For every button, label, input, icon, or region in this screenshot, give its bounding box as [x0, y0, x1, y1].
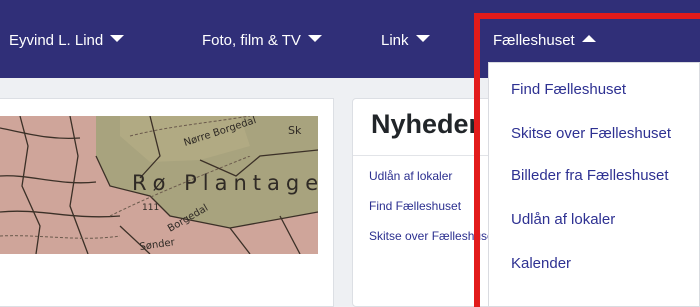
dropdown-item-find-faelleshuset[interactable]: Find Fælleshuset [511, 81, 626, 98]
news-link-skitse[interactable]: Skitse over Fælleshuset [369, 229, 497, 243]
map-label-sk: Sk [288, 124, 302, 137]
caret-down-icon [307, 35, 322, 42]
svg-text:111: 111 [142, 203, 159, 213]
nav-item-label: Link [381, 32, 409, 49]
nav-item-eyvind[interactable]: Eyvind L. Lind [9, 30, 125, 52]
svg-text:Rø Plantage: Rø Plantage [132, 171, 318, 195]
dropdown-item-kalender[interactable]: Kalender [511, 255, 571, 272]
nav-item-foto-film-tv[interactable]: Foto, film & TV [202, 30, 322, 52]
nav-item-label: Foto, film & TV [202, 32, 301, 49]
caret-down-icon [415, 35, 430, 42]
faelleshuset-dropdown-menu: Find Fælleshuset Skitse over Fælleshuset… [488, 62, 700, 307]
nav-item-faelleshuset[interactable]: Fælleshuset [493, 30, 596, 52]
svg-text:Sk: Sk [288, 124, 302, 137]
nav-item-link[interactable]: Link [381, 30, 430, 52]
nav-item-label: Fælleshuset [493, 32, 575, 49]
map-image[interactable]: Nørre Borgedal Sk Rø Plantage 111 Borged… [0, 116, 318, 254]
news-title: Nyheder [371, 109, 480, 139]
news-link-udlaan[interactable]: Udlån af lokaler [369, 169, 452, 183]
map-label-ro-plantage: Rø Plantage [132, 171, 318, 195]
map-card: Nørre Borgedal Sk Rø Plantage 111 Borged… [0, 98, 334, 307]
caret-down-icon [110, 35, 125, 42]
dropdown-item-billeder[interactable]: Billeder fra Fælleshuset [511, 167, 669, 184]
dropdown-item-skitse[interactable]: Skitse over Fælleshuset [511, 125, 671, 142]
nav-item-label: Eyvind L. Lind [9, 32, 104, 49]
news-link-find-faelleshuset[interactable]: Find Fælleshuset [369, 199, 461, 213]
map-label-111: 111 [142, 203, 159, 213]
dropdown-item-udlaan[interactable]: Udlån af lokaler [511, 211, 615, 228]
caret-up-icon [581, 35, 596, 42]
